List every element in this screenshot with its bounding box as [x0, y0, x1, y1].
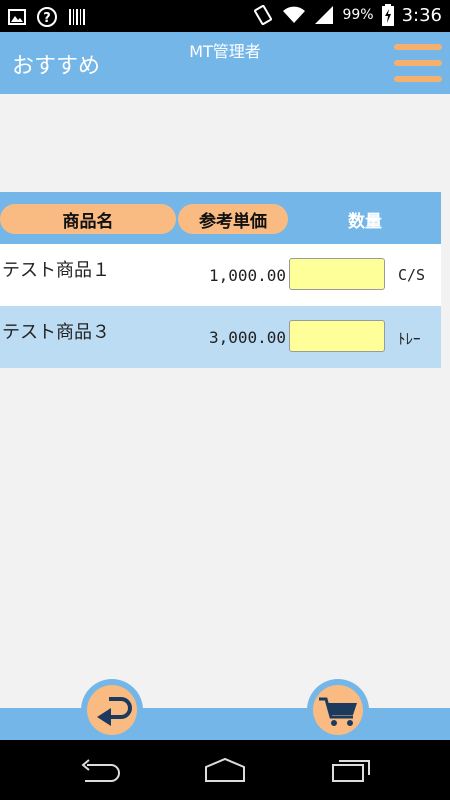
menu-button[interactable] [394, 42, 442, 86]
product-name: テスト商品３ [2, 322, 110, 343]
back-button[interactable] [81, 679, 143, 741]
table-row: テスト商品１ 1,000.00 C/S [0, 244, 441, 306]
table-row: テスト商品３ 3,000.00 ﾄﾚｰ [0, 306, 441, 368]
cart-button[interactable] [307, 679, 369, 741]
barcode-notification-icon [69, 9, 85, 25]
product-table: 商品名 参考単価 数量 テスト商品１ 1,000.00 C/S テスト商品３ 3… [0, 192, 441, 368]
status-bar: ? 99% 3:36 [0, 0, 450, 32]
hamburger-menu-icon [394, 44, 442, 50]
column-header-quantity: 数量 [348, 211, 382, 232]
product-name: テスト商品１ [2, 260, 110, 281]
column-header-product-name: 商品名 [0, 204, 176, 234]
product-unit: ﾄﾚｰ [398, 330, 421, 348]
app-bar: MT管理者 おすすめ [0, 32, 450, 94]
product-price: 3,000.00 [208, 328, 286, 347]
cart-icon [319, 697, 357, 726]
menu-line [394, 60, 442, 66]
back-arrow-icon [97, 697, 132, 726]
nav-back-icon [81, 759, 120, 782]
quantity-input[interactable] [289, 320, 385, 352]
status-bar-right: 99% 3:36 [252, 4, 442, 26]
clock: 3:36 [401, 4, 442, 26]
navigation-bar [0, 740, 450, 800]
svg-text:?: ? [43, 11, 51, 26]
column-header-reference-price: 参考単価 [178, 204, 288, 234]
nav-back-button[interactable] [75, 755, 125, 785]
nav-home-button[interactable] [200, 755, 250, 785]
vibrate-icon [254, 4, 273, 26]
product-price: 1,000.00 [208, 266, 286, 285]
menu-line [394, 76, 442, 82]
bottom-bar [0, 708, 450, 740]
nav-recents-icon [332, 760, 370, 782]
nav-recents-button[interactable] [325, 755, 375, 785]
help-notification-icon: ? [37, 7, 57, 27]
wifi-icon [283, 6, 306, 23]
quantity-input[interactable] [289, 258, 385, 290]
back-button-face [87, 685, 137, 735]
signal-icon [315, 6, 334, 24]
table-header: 商品名 参考単価 数量 [0, 192, 441, 244]
page-title: おすすめ [12, 54, 101, 79]
status-bar-left: ? [8, 6, 86, 28]
cart-button-face [313, 685, 363, 735]
battery-percent: 99% [342, 7, 374, 23]
image-notification-icon [8, 9, 26, 25]
product-unit: C/S [398, 266, 426, 284]
nav-home-icon [205, 757, 245, 782]
battery-charging-icon [381, 4, 394, 26]
